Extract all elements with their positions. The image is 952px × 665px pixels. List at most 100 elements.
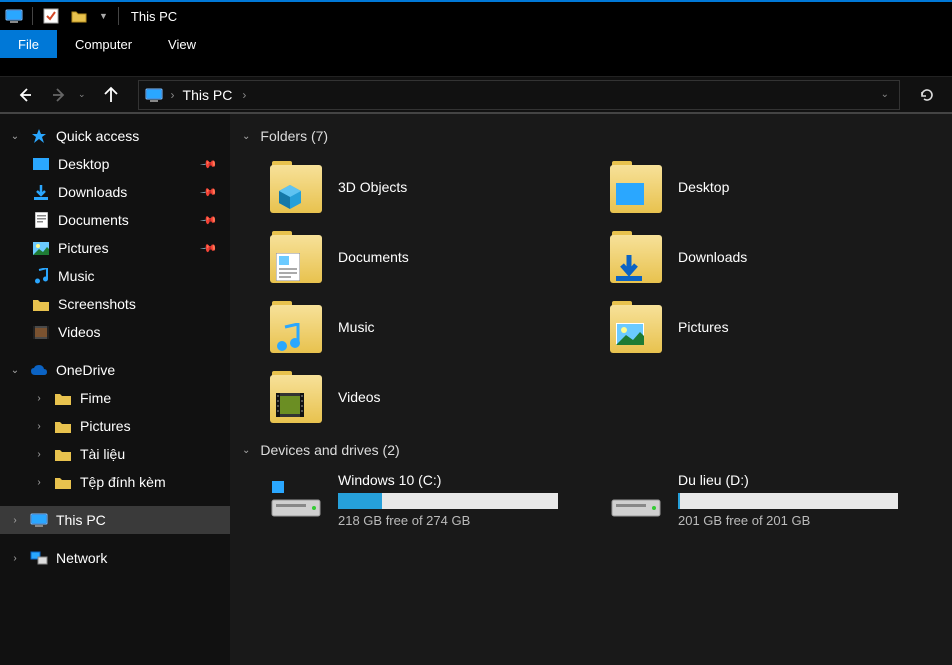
drive-status: 201 GB free of 201 GB (678, 513, 922, 528)
drive-icon (270, 480, 322, 520)
chevron-right-icon[interactable]: › (171, 88, 175, 102)
folder-label: Pictures (678, 319, 729, 335)
group-header-drives[interactable]: ⌄ Devices and drives (2) (242, 442, 940, 458)
folder-label: Desktop (678, 179, 729, 195)
drive-label: Du lieu (D:) (678, 472, 922, 488)
folder-label: Downloads (678, 249, 747, 265)
folder-item[interactable]: Downloads (606, 224, 926, 290)
address-dropdown-icon[interactable]: ⌄ (881, 89, 889, 100)
title-bar: ▼ This PC (0, 0, 952, 30)
drive-grid: Windows 10 (C:) 218 GB free of 274 GB Du… (266, 468, 940, 532)
folder-item[interactable]: Desktop (606, 154, 926, 220)
pin-icon: 📌 (200, 183, 219, 202)
tab-file[interactable]: File (0, 30, 57, 58)
sidebar-item-documents[interactable]: Documents 📌 (0, 206, 230, 234)
chevron-right-icon[interactable]: › (32, 477, 46, 488)
folder-grid: 3D Objects Desktop Documents Downloads M… (266, 154, 940, 430)
sidebar-item-this-pc[interactable]: › This PC (0, 506, 230, 534)
folder-icon (54, 445, 72, 463)
folder-icon (270, 161, 322, 213)
refresh-button[interactable] (912, 87, 942, 103)
pin-icon: 📌 (200, 155, 219, 174)
sidebar-item-videos[interactable]: Videos (0, 318, 230, 346)
forward-button[interactable] (44, 80, 74, 110)
download-icon (32, 183, 50, 201)
folder-icon (270, 371, 322, 423)
picture-icon (32, 239, 50, 257)
sidebar-item-label: Tài liệu (80, 446, 125, 462)
network-icon (30, 549, 48, 567)
up-button[interactable] (96, 80, 126, 110)
sidebar-item-tep-dinh-kem[interactable]: › Tệp đính kèm (0, 468, 230, 496)
sidebar-item-downloads[interactable]: Downloads 📌 (0, 178, 230, 206)
folder-item[interactable]: Videos (266, 364, 586, 430)
sidebar-item-desktop[interactable]: Desktop 📌 (0, 150, 230, 178)
chevron-right-icon[interactable]: › (32, 393, 46, 404)
folder-icon (54, 417, 72, 435)
sidebar-item-label: Videos (58, 324, 101, 340)
drive-item[interactable]: Du lieu (D:) 201 GB free of 201 GB (606, 468, 926, 532)
breadcrumb[interactable]: This PC › (183, 87, 247, 103)
sidebar-item-quick-access[interactable]: ⌄ Quick access (0, 122, 230, 150)
sidebar-item-label: Documents (58, 212, 129, 228)
folder-item[interactable]: Documents (266, 224, 586, 290)
sidebar-item-od-pictures[interactable]: › Pictures (0, 412, 230, 440)
sidebar-item-label: Fime (80, 390, 111, 406)
chevron-right-icon[interactable]: › (32, 449, 46, 460)
video-icon (32, 323, 50, 341)
sidebar-item-network[interactable]: › Network (0, 544, 230, 572)
properties-icon[interactable] (40, 5, 62, 27)
folder-item[interactable]: Music (266, 294, 586, 360)
address-bar[interactable]: › This PC › ⌄ (138, 80, 900, 110)
sidebar-item-label: Downloads (58, 184, 127, 200)
folder-label: Videos (338, 389, 381, 405)
sidebar-item-label: Pictures (80, 418, 131, 434)
qat-dropdown-icon[interactable]: ▼ (99, 11, 108, 21)
cloud-icon (30, 361, 48, 379)
chevron-down-icon[interactable]: ⌄ (8, 365, 22, 376)
chevron-right-icon[interactable]: › (8, 515, 22, 526)
drive-usage-bar (678, 493, 898, 509)
recent-dropdown-icon[interactable]: ⌄ (78, 89, 86, 100)
sidebar-item-fime[interactable]: › Fime (0, 384, 230, 412)
document-icon (32, 211, 50, 229)
folder-label: Music (338, 319, 375, 335)
sidebar-item-onedrive[interactable]: ⌄ OneDrive (0, 356, 230, 384)
music-icon (32, 267, 50, 285)
chevron-down-icon[interactable]: ⌄ (8, 131, 22, 142)
folder-item[interactable]: Pictures (606, 294, 926, 360)
sidebar-item-label: Desktop (58, 156, 109, 172)
sidebar-item-music[interactable]: Music (0, 262, 230, 290)
folder-icon (270, 301, 322, 353)
sidebar-item-label: Pictures (58, 240, 109, 256)
this-pc-icon (145, 86, 163, 104)
folder-icon (32, 295, 50, 313)
sidebar-item-label: Music (58, 268, 95, 284)
ribbon: File Computer View (0, 30, 952, 58)
drive-label: Windows 10 (C:) (338, 472, 582, 488)
music-icon (276, 323, 304, 351)
group-header-label: Devices and drives (2) (260, 442, 399, 458)
sidebar-item-tai-lieu[interactable]: › Tài liệu (0, 440, 230, 468)
pin-icon: 📌 (200, 239, 219, 258)
folder-item[interactable]: 3D Objects (266, 154, 586, 220)
group-header-folders[interactable]: ⌄ Folders (7) (242, 128, 940, 144)
tab-computer[interactable]: Computer (57, 30, 150, 58)
chevron-right-icon[interactable]: › (8, 553, 22, 564)
folder-icon (610, 301, 662, 353)
tab-view[interactable]: View (150, 30, 214, 58)
back-button[interactable] (10, 80, 40, 110)
3d-icon (276, 183, 304, 211)
folder-icon (610, 231, 662, 283)
sidebar-item-pictures[interactable]: Pictures 📌 (0, 234, 230, 262)
drive-item[interactable]: Windows 10 (C:) 218 GB free of 274 GB (266, 468, 586, 532)
window-title: This PC (131, 9, 177, 24)
chevron-right-icon[interactable]: › (32, 421, 46, 432)
chevron-right-icon[interactable]: › (242, 88, 246, 102)
drive-icon (610, 480, 662, 520)
sidebar-item-screenshots[interactable]: Screenshots (0, 290, 230, 318)
this-pc-icon (30, 511, 48, 529)
sidebar-item-label: This PC (56, 512, 106, 528)
folder-icon (610, 161, 662, 213)
new-folder-icon[interactable] (68, 5, 90, 27)
